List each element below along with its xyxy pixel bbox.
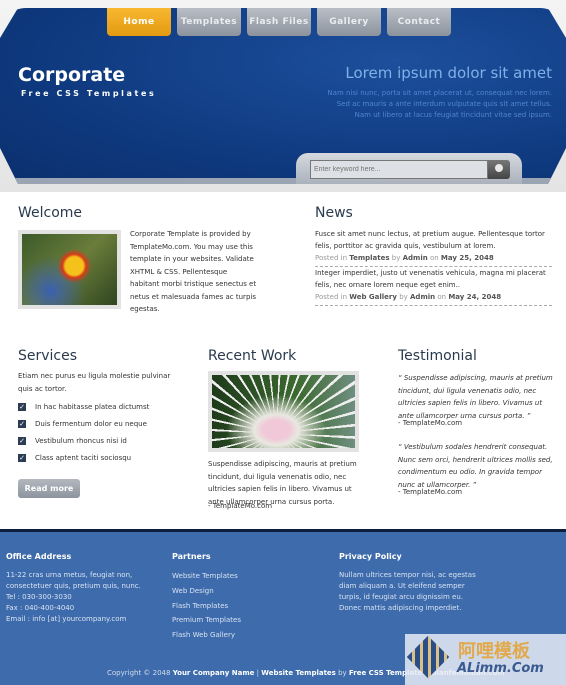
site-title[interactable]: Corporate: [18, 64, 125, 86]
testimonial-quote: “ Suspendisse adipiscing, mauris at pret…: [398, 374, 553, 420]
quote-text: Suspendisse adipiscing, mauris at pretiu…: [398, 374, 553, 420]
logo-mark-icon: [406, 635, 450, 679]
welcome-text: Corporate Template is provided by Templa…: [130, 230, 257, 313]
news-author[interactable]: Admin: [403, 254, 428, 262]
copyright-prefix: Copyright © 2048: [107, 669, 171, 677]
partner-link[interactable]: Flash Web Gallery: [172, 631, 235, 639]
service-item: ✓ Duis fermentum dolor eu neque: [18, 420, 147, 428]
news-meta: Posted in Web Gallery by Admin on May 24…: [315, 291, 552, 303]
checkbox-icon: ✓: [18, 437, 26, 445]
nav-gallery[interactable]: Gallery: [317, 8, 381, 36]
header-line: Sed ac mauris a ante interdum vulputate …: [336, 100, 552, 108]
header-line: Nam ut libero at lacus feugiat tincidunt…: [354, 111, 552, 119]
news-heading: News: [315, 205, 353, 221]
by-label: by: [391, 254, 401, 262]
company-link[interactable]: Your Company Name: [173, 669, 255, 677]
email: Email : info [at] yourcompany.com: [6, 615, 127, 623]
news-author[interactable]: Admin: [410, 293, 435, 301]
by-label: by: [338, 669, 347, 677]
news-meta: Posted in Templates by Admin on May 25, …: [315, 252, 552, 264]
services-heading: Services: [18, 348, 78, 364]
partners-heading: Partners: [172, 552, 211, 561]
header-text: Nam nisi nunc, porta sit amet placerat u…: [327, 88, 552, 121]
read-more-button[interactable]: Read more: [18, 479, 80, 498]
testimonial-credit: - TemplateMo.com: [398, 419, 463, 427]
service-label: Vestibulum rhoncus nisi id: [35, 437, 127, 445]
on-label: on: [437, 293, 447, 301]
search-input[interactable]: [310, 160, 488, 179]
recent-work-heading: Recent Work: [208, 348, 297, 364]
nav-flash-files[interactable]: Flash Files: [247, 8, 311, 36]
nav-templates[interactable]: Templates: [177, 8, 241, 36]
recent-work-credit: - TemplateMo.com: [208, 502, 273, 510]
watermark-en: ALimm.Com: [457, 661, 544, 676]
news-date: May 24, 2048: [448, 293, 502, 301]
testimonial-quote: “ Vestibulum sodales hendrerit consequat…: [398, 443, 553, 489]
welcome-heading: Welcome: [18, 205, 83, 221]
service-label: Class aptent taciti sociosqu: [35, 454, 132, 462]
header-headline: Lorem ipsum dolor sit amet: [345, 64, 552, 82]
on-label: on: [429, 254, 439, 262]
service-item: ✓ Vestibulum rhoncus nisi id: [18, 437, 127, 445]
news-item: Fusce sit amet nunc lectus, at pretium a…: [315, 228, 552, 267]
by-label: by: [399, 293, 408, 301]
checkbox-icon: ✓: [18, 454, 26, 462]
news-date: May 25, 2048: [440, 254, 494, 262]
header-line: Nam nisi nunc, porta sit amet placerat u…: [327, 89, 552, 97]
phone: Tel : 030-300-3030: [6, 593, 72, 601]
site-slogan: Free CSS Templates: [21, 89, 157, 98]
news-text: Integer imperdiet, justo ut venenatis ve…: [315, 269, 546, 289]
watermark-cn: 阿哩模板: [458, 641, 530, 662]
search-icon: [495, 164, 503, 172]
news-category[interactable]: Templates: [349, 254, 389, 262]
service-label: In hac habitasse platea dictumst: [35, 403, 150, 411]
service-label: Duis fermentum dolor eu neque: [35, 420, 147, 428]
quote-text: Vestibulum sodales hendrerit consequat. …: [398, 443, 553, 489]
fax: Fax : 040-400-4040: [6, 604, 75, 612]
news-text: Fusce sit amet nunc lectus, at pretium a…: [315, 230, 545, 250]
templates-link[interactable]: Website Templates: [261, 669, 336, 677]
watermark-logo: 阿哩模板 ALimm.Com: [405, 634, 566, 685]
testimonial-heading: Testimonial: [398, 348, 477, 364]
news-category[interactable]: Web Gallery: [349, 293, 397, 301]
search-button[interactable]: [488, 160, 510, 179]
service-item: ✓ Class aptent taciti sociosqu: [18, 454, 131, 462]
posted-label: Posted in: [315, 293, 348, 301]
checkbox-icon: ✓: [18, 403, 26, 411]
address-line: 11-22 cras urna metus, feugiat non,: [6, 571, 133, 579]
nav-contact[interactable]: Contact: [387, 8, 451, 36]
welcome-image: [18, 230, 121, 309]
recent-work-image: [208, 371, 359, 452]
news-item: Integer imperdiet, justo ut venenatis ve…: [315, 267, 552, 306]
checkbox-icon: ✓: [18, 420, 26, 428]
office-address: 11-22 cras urna metus, feugiat non, cons…: [6, 570, 141, 625]
services-intro: Etiam nec purus eu ligula molestie pulvi…: [18, 372, 171, 393]
partner-link[interactable]: Flash Templates: [172, 602, 228, 610]
separator: |: [256, 669, 259, 677]
partner-link[interactable]: Premium Templates: [172, 616, 241, 624]
address-line: consectetuer quis, pretium quis, nunc.: [6, 582, 141, 590]
office-heading: Office Address: [6, 552, 72, 561]
service-item: ✓ In hac habitasse platea dictumst: [18, 403, 149, 411]
privacy-heading: Privacy Policy: [339, 552, 402, 561]
testimonial-credit: - TemplateMo.com: [398, 488, 463, 496]
partner-link[interactable]: Web Design: [172, 587, 214, 595]
posted-label: Posted in: [315, 254, 348, 262]
partner-link[interactable]: Website Templates: [172, 572, 238, 580]
privacy-text: Nullam ultrices tempor nisi, ac egestas …: [339, 571, 476, 612]
nav-home[interactable]: Home: [107, 8, 171, 36]
